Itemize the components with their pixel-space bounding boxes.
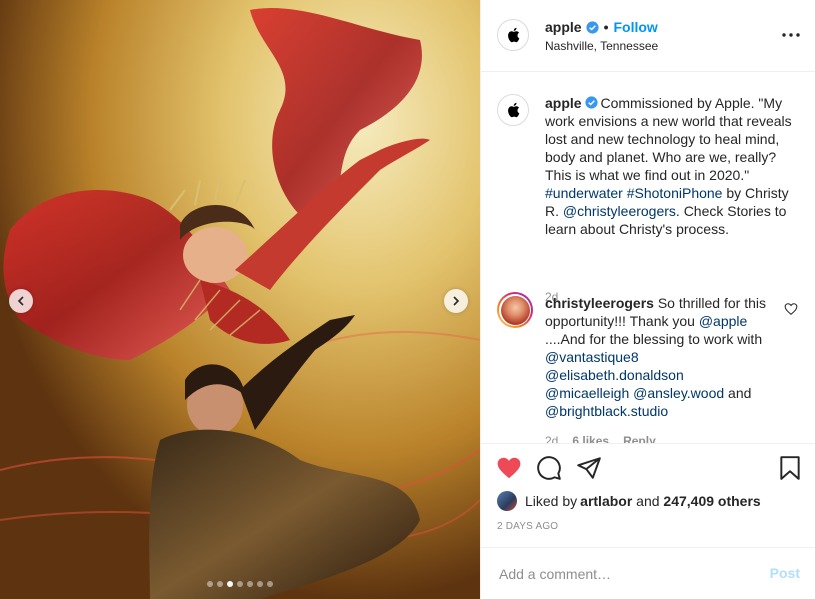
share-button[interactable] xyxy=(575,454,603,482)
post-author: apple • Follow xyxy=(545,19,658,35)
likes-count[interactable]: 247,409 others xyxy=(663,493,760,509)
post-comment-button[interactable]: Post xyxy=(770,565,800,581)
username-link[interactable]: apple xyxy=(545,19,582,35)
hashtag-link[interactable]: #ShotoniPhone xyxy=(627,185,723,201)
comment-like-icon[interactable] xyxy=(784,302,798,316)
liker-username[interactable]: artlabor xyxy=(580,493,632,509)
username-link[interactable]: christyleerogers xyxy=(545,295,654,311)
avatar[interactable] xyxy=(497,19,529,51)
comment-button[interactable] xyxy=(535,454,563,482)
follow-button[interactable]: Follow xyxy=(613,19,657,35)
apple-logo-icon xyxy=(508,27,520,43)
separator: • xyxy=(603,19,609,35)
likes-middle: and xyxy=(632,493,664,509)
post-header: apple • Follow Nashville, Tennessee xyxy=(481,0,815,72)
more-icon xyxy=(782,33,800,37)
avatar-photo xyxy=(500,295,530,325)
apple-logo-icon xyxy=(508,102,520,118)
likes-summary: Liked by artlabor and 247,409 others xyxy=(497,490,761,512)
save-button[interactable] xyxy=(776,454,804,482)
bookmark-icon xyxy=(780,456,800,480)
carousel-dot xyxy=(237,581,243,587)
carousel-dot xyxy=(257,581,263,587)
comments-section: apple Commissioned by Apple. "My work en… xyxy=(481,72,815,443)
carousel-dot xyxy=(227,581,233,587)
chevron-right-icon xyxy=(453,296,460,306)
carousel-dot xyxy=(217,581,223,587)
mention-link[interactable]: @brightblack.studio xyxy=(545,403,668,419)
hashtag-link[interactable]: #underwater xyxy=(545,185,623,201)
carousel-next-button[interactable] xyxy=(444,289,468,313)
mention-link[interactable]: @vantastique8 xyxy=(545,349,639,365)
comment-meta: 2d 6 likes Reply xyxy=(545,434,656,443)
caption-text: apple Commissioned by Apple. "My work en… xyxy=(545,94,805,238)
comment-body: and xyxy=(724,385,752,401)
mention-link[interactable]: @christyleerogers xyxy=(563,203,676,219)
comment-text: christyleerogers So thrilled for this op… xyxy=(545,294,770,420)
post-timestamp[interactable]: 2 DAYS AGO xyxy=(497,521,558,532)
chevron-left-icon xyxy=(17,296,24,306)
comment-likes[interactable]: 6 likes xyxy=(572,434,609,443)
verified-icon xyxy=(585,20,599,34)
comment-input[interactable] xyxy=(497,562,751,586)
comment-timestamp[interactable]: 2d xyxy=(545,434,558,443)
carousel-dot xyxy=(267,581,273,587)
like-button[interactable] xyxy=(495,454,523,482)
caption-body: Commissioned by Apple. "My work envision… xyxy=(545,95,792,183)
post-side-panel: apple • Follow Nashville, Tennessee appl… xyxy=(480,0,815,599)
reply-button[interactable]: Reply xyxy=(623,434,656,443)
verified-icon xyxy=(585,96,599,109)
comment-body: ....And for the blessing to work with xyxy=(545,331,763,347)
mention-link[interactable]: @elisabeth.donaldson xyxy=(545,367,684,383)
avatar-inner xyxy=(499,294,531,326)
share-icon xyxy=(577,457,601,479)
liker-avatar[interactable] xyxy=(497,491,517,511)
carousel-prev-button[interactable] xyxy=(9,289,33,313)
mention-link[interactable]: @apple xyxy=(699,313,747,329)
carousel-indicator xyxy=(0,581,480,587)
mention-link[interactable]: @ansley.wood xyxy=(633,385,724,401)
username-link[interactable]: apple xyxy=(545,95,582,111)
location-link[interactable]: Nashville, Tennessee xyxy=(545,39,658,53)
heart-icon xyxy=(497,457,521,479)
instagram-post: apple • Follow Nashville, Tennessee appl… xyxy=(0,0,815,599)
avatar[interactable] xyxy=(497,94,529,126)
post-image[interactable] xyxy=(0,0,480,599)
carousel-dot xyxy=(247,581,253,587)
avatar[interactable] xyxy=(497,292,533,328)
post-actions: Liked by artlabor and 247,409 others 2 D… xyxy=(481,443,815,547)
more-options-button[interactable] xyxy=(782,26,800,44)
underwater-photo xyxy=(0,0,480,599)
comment-icon xyxy=(537,456,561,480)
add-comment-bar: Post xyxy=(481,547,815,599)
carousel-dot xyxy=(207,581,213,587)
mention-link[interactable]: @micaelleigh xyxy=(545,385,629,401)
likes-prefix: Liked by xyxy=(525,493,578,509)
